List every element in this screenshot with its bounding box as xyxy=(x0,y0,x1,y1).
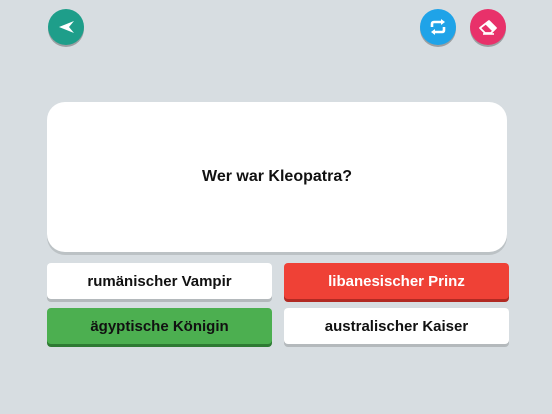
repeat-icon xyxy=(430,19,446,35)
eraser-button[interactable] xyxy=(470,9,506,45)
question-card: Wer war Kleopatra? xyxy=(47,102,507,252)
back-button[interactable] xyxy=(48,9,84,45)
eraser-icon xyxy=(479,20,497,35)
answer-button-2[interactable]: libanesischer Prinz xyxy=(284,263,509,299)
answer-button-3[interactable]: ägyptische Königin xyxy=(47,308,272,344)
question-text: Wer war Kleopatra? xyxy=(202,168,352,185)
answer-button-1[interactable]: rumänischer Vampir xyxy=(47,263,272,299)
back-arrow-icon xyxy=(59,21,74,33)
answer-button-4[interactable]: australischer Kaiser xyxy=(284,308,509,344)
repeat-button[interactable] xyxy=(420,9,456,45)
